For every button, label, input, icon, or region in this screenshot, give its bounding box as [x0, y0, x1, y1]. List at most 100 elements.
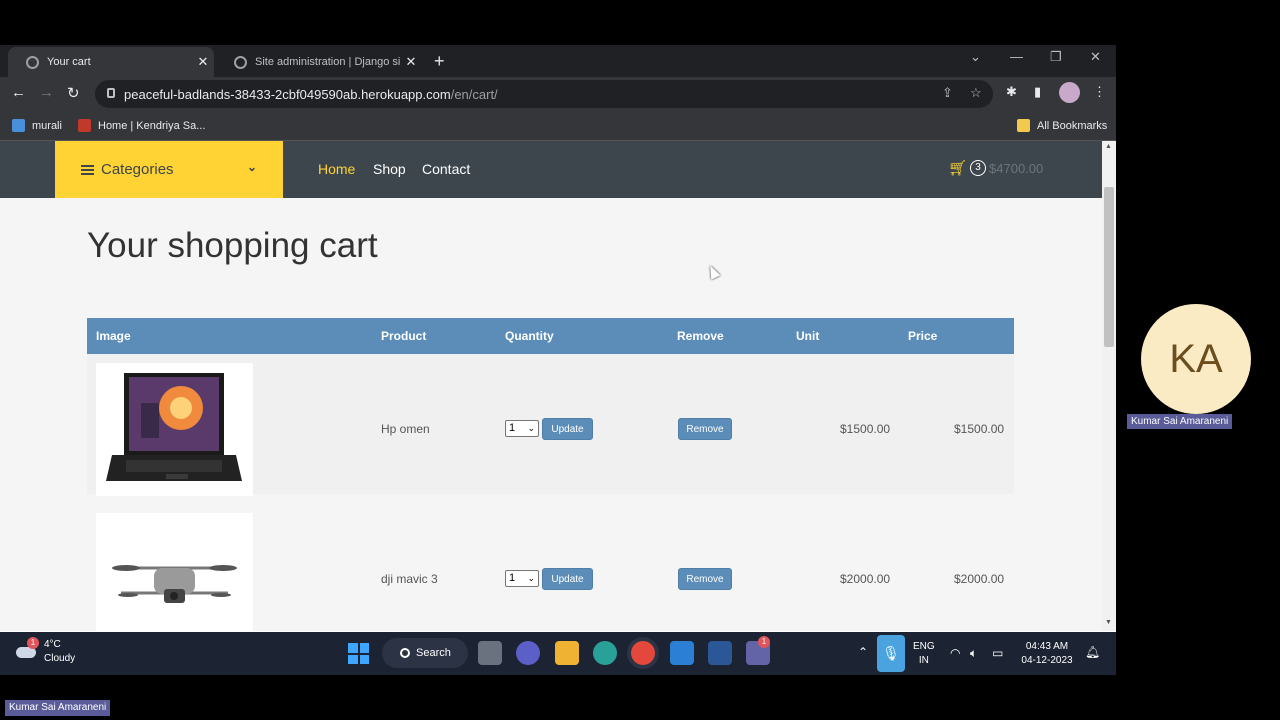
lang-line: ENG: [913, 641, 935, 652]
laptop-icon[interactable]: [96, 363, 253, 496]
close-icon[interactable]: ✕: [400, 54, 422, 70]
menu-kebab-icon[interactable]: ⋮: [1093, 84, 1106, 100]
taskbar-search[interactable]: Search: [382, 638, 468, 668]
site-navbar: Categories ⌄ Home Shop Contact 🛒︎ 3 $470…: [0, 141, 1102, 198]
nav-shop[interactable]: Shop: [373, 161, 406, 177]
file-explorer-icon[interactable]: [555, 641, 579, 665]
windows-taskbar: 1 4°C Cloudy Search 1 ⌃ 🎙︎ ENG IN ◠ 🔈︎ ▭ 0…: [0, 632, 1116, 675]
bookmark-favicon: [78, 119, 91, 132]
scroll-thumb[interactable]: [1104, 187, 1114, 347]
tab-title: Your cart: [47, 56, 91, 68]
nav-contact[interactable]: Contact: [422, 161, 470, 177]
profile-avatar[interactable]: [1059, 82, 1080, 103]
tab-site-administration[interactable]: Site administration | Django site ✕: [216, 47, 422, 77]
reload-button[interactable]: ↻: [67, 84, 80, 102]
notification-badge: 1: [27, 637, 39, 649]
windows-start-icon[interactable]: [348, 643, 369, 664]
categories-dropdown[interactable]: Categories ⌄: [55, 141, 283, 198]
cart-count-badge: 3: [970, 160, 987, 176]
column-header: Image: [96, 329, 131, 343]
word-icon[interactable]: [708, 641, 732, 665]
browser-toolbar: ← → ↻ peaceful-badlands-38433-2cbf049590…: [0, 77, 1116, 111]
quantity-select[interactable]: 1 ⌄: [505, 570, 539, 587]
minimize-button[interactable]: —: [1010, 49, 1023, 64]
battery-icon[interactable]: ▭: [992, 646, 1003, 660]
all-bookmarks[interactable]: All Bookmarks: [1017, 119, 1107, 132]
product-name[interactable]: Hp omen: [381, 422, 430, 436]
chat-icon[interactable]: [516, 641, 540, 665]
close-icon[interactable]: ✕: [192, 54, 214, 70]
restore-button[interactable]: ❐: [1050, 49, 1062, 65]
language-indicator[interactable]: ENG IN: [913, 640, 935, 668]
chevron-up-icon[interactable]: ⌃: [858, 645, 868, 659]
time: 04:43 AM: [1025, 641, 1069, 652]
chevron-down-icon: ⌄: [527, 423, 535, 433]
remove-button[interactable]: Remove: [678, 568, 732, 590]
participant-avatar: KA: [1141, 304, 1251, 414]
folder-icon: [1017, 119, 1030, 132]
page-scrollbar[interactable]: ▲ ▼: [1102, 141, 1116, 631]
bookmark-kendriya[interactable]: Home | Kendriya Sa...: [78, 119, 205, 132]
bookmark-favicon: [12, 119, 25, 132]
share-icon[interactable]: ⇪: [942, 85, 953, 101]
new-tab-button[interactable]: +: [434, 51, 445, 72]
page-viewport: Categories ⌄ Home Shop Contact 🛒︎ 3 $470…: [0, 141, 1102, 631]
temperature: 4°C: [44, 639, 61, 650]
page-title: Your shopping cart: [87, 226, 378, 265]
update-button[interactable]: Update: [542, 418, 593, 440]
forward-button[interactable]: →: [39, 84, 54, 101]
bookmark-murali[interactable]: murali: [12, 119, 62, 132]
chrome-icon[interactable]: [631, 641, 655, 665]
scroll-up-icon[interactable]: ▲: [1105, 143, 1112, 150]
address-bar[interactable]: peaceful-badlands-38433-2cbf049590ab.her…: [95, 80, 993, 108]
back-button[interactable]: ←: [11, 84, 26, 101]
quantity-select[interactable]: 1 ⌄: [505, 420, 539, 437]
search-icon: [400, 648, 410, 658]
nav-home[interactable]: Home: [318, 161, 355, 177]
notifications-icon[interactable]: 🔔︎: [1085, 645, 1100, 659]
participant-name: Kumar Sai Amaraneni: [1127, 414, 1233, 429]
tab-title: Site administration | Django site: [255, 56, 400, 68]
tab-strip: Your cart ✕ Site administration | Django…: [0, 45, 1116, 77]
cart-summary[interactable]: 🛒︎ 3 $4700.00: [948, 159, 1043, 177]
cart-total: $4700.00: [989, 160, 1044, 176]
product-name[interactable]: dji mavic 3: [381, 572, 438, 586]
cart-table: Image Product Quantity Remove Unit Price: [87, 318, 1014, 631]
bookmark-star-icon[interactable]: ☆: [970, 85, 982, 101]
search-label: Search: [416, 647, 451, 659]
window-close-button[interactable]: ✕: [1090, 49, 1101, 65]
date: 04-12-2023: [1021, 655, 1073, 666]
url-text[interactable]: peaceful-badlands-38433-2cbf049590ab.her…: [124, 87, 498, 102]
bookmark-label: murali: [32, 119, 62, 132]
update-button[interactable]: Update: [542, 568, 593, 590]
quantity-value: 1: [509, 422, 516, 434]
column-header: Unit: [796, 329, 820, 343]
bookmarks-bar: murali Home | Kendriya Sa... All Bookmar…: [0, 111, 1116, 141]
weather-text: 4°C Cloudy: [44, 638, 75, 666]
bookmark-label: Home | Kendriya Sa...: [98, 119, 206, 132]
volume-icon[interactable]: 🔈︎: [970, 646, 977, 660]
tab-search-icon[interactable]: ⌄: [970, 49, 981, 65]
microphone-icon[interactable]: 🎙︎: [877, 635, 905, 672]
chevron-down-icon: ⌄: [246, 160, 257, 174]
globe-icon: [26, 55, 39, 69]
scroll-down-icon[interactable]: ▼: [1105, 619, 1112, 626]
notification-badge: 1: [758, 636, 770, 648]
self-name-tag: Kumar Sai Amaraneni: [5, 700, 111, 716]
chevron-down-icon: ⌄: [527, 573, 535, 583]
wifi-icon[interactable]: ◠: [950, 646, 960, 660]
line-price: $1500.00: [954, 422, 1005, 436]
extensions-icon[interactable]: ✱: [1006, 84, 1017, 100]
side-panel-icon[interactable]: ▮: [1034, 84, 1041, 100]
vscode-icon[interactable]: [670, 641, 694, 665]
hamburger-icon: [81, 163, 94, 177]
clock[interactable]: 04:43 AM 04-12-2023: [1018, 640, 1076, 668]
tab-your-cart[interactable]: Your cart ✕: [8, 47, 214, 77]
remove-button[interactable]: Remove: [678, 418, 732, 440]
lock-icon: [107, 88, 115, 98]
drone-icon[interactable]: [96, 513, 253, 631]
task-view-icon[interactable]: [478, 641, 502, 665]
column-header: Price: [908, 329, 938, 343]
edge-icon[interactable]: [593, 641, 617, 665]
globe-icon: [234, 55, 247, 69]
